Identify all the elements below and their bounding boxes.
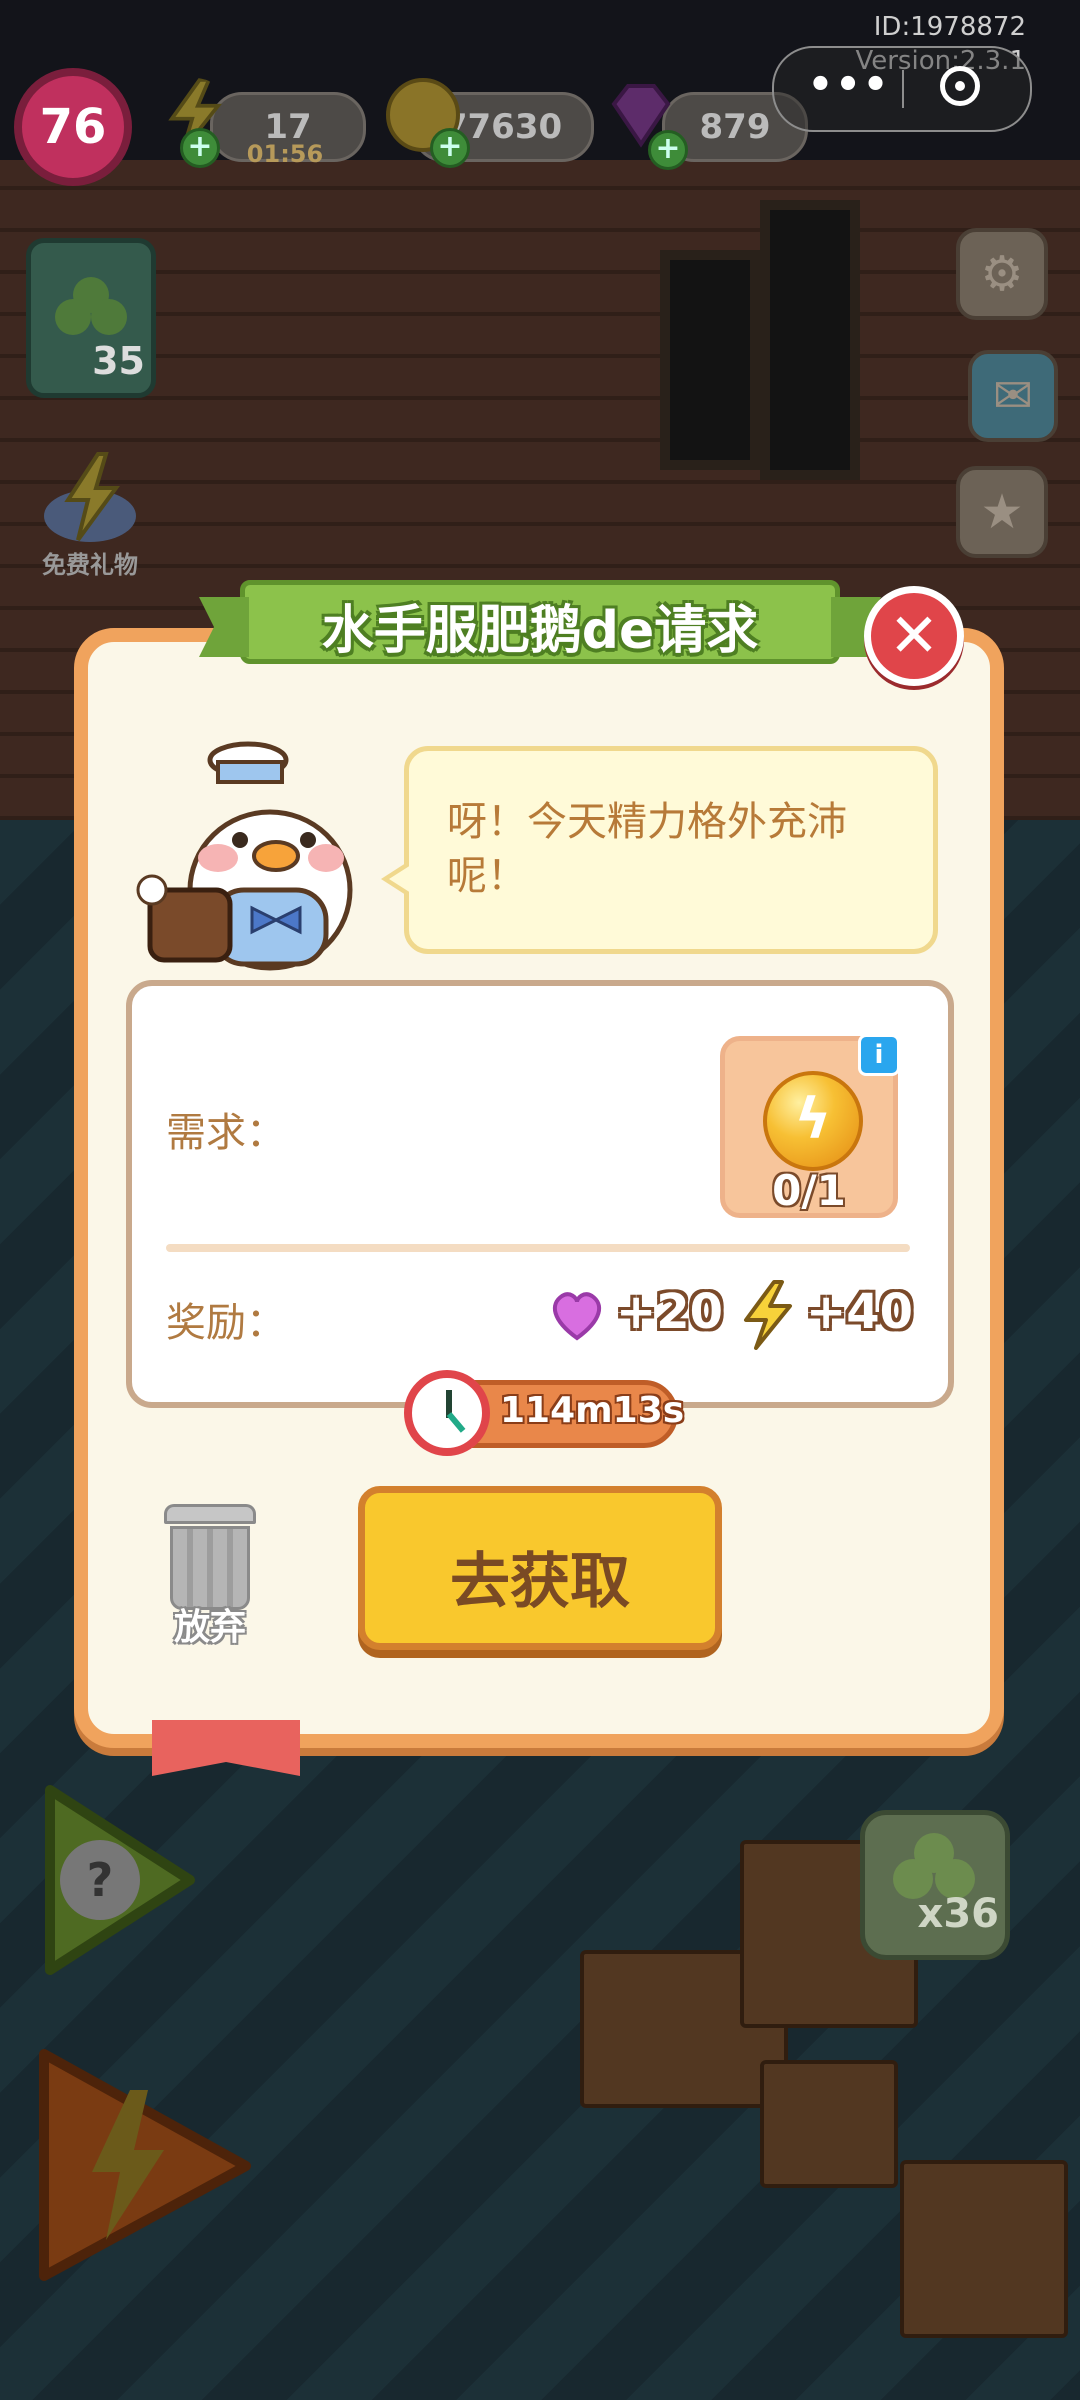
energy-refill-timer: 01:56 (246, 140, 324, 168)
reward-hearts-value: +20 (616, 1284, 724, 1340)
request-timer: 114m13s (500, 1390, 685, 1431)
reward-energy-value: +40 (806, 1284, 914, 1340)
gear-icon[interactable]: ⚙ (956, 228, 1048, 320)
abandon-button-label[interactable]: 放弃 (150, 1598, 270, 1650)
miniprogram-capsule: ••• (772, 46, 1032, 132)
dialog-title: 水手服肥鹅de请求 (321, 601, 759, 661)
requirement-progress: 0/1 (772, 1166, 846, 1215)
svg-text:?: ? (87, 1853, 114, 1907)
reward-label: 奖励： (166, 1300, 286, 1346)
go-get-button[interactable]: 去获取 (358, 1486, 722, 1650)
gift-lightning-icon (44, 452, 136, 542)
mail-icon[interactable]: ✉ (968, 350, 1058, 442)
user-id: ID:1978872 (873, 12, 1026, 42)
player-level-badge[interactable]: 76 (14, 68, 132, 186)
add-gems-button[interactable]: + (648, 130, 688, 170)
requirement-label: 需求： (166, 1110, 286, 1156)
add-coins-button[interactable]: + (430, 128, 470, 168)
trash-lid (164, 1504, 256, 1524)
lightning-icon[interactable] (20, 2040, 260, 2290)
exit-target-icon[interactable] (940, 66, 980, 106)
lightning-icon (744, 1280, 792, 1350)
clock-icon (404, 1370, 490, 1456)
npc-dialogue: 呀！今天精力格外充沛呢！ (447, 799, 847, 899)
clover-count: 35 (92, 339, 145, 383)
go-get-label: 去获取 (450, 1547, 630, 1617)
gem-value: 879 (699, 107, 771, 147)
free-gift-button[interactable]: 免费礼物 (20, 450, 160, 580)
dialog-title-banner: 水手服肥鹅de请求 (240, 558, 840, 682)
clover-bag-card[interactable]: x36 (860, 1810, 1010, 1960)
section-divider (166, 1244, 910, 1252)
clover-task-card[interactable]: 35 (26, 238, 156, 398)
trophy-icon[interactable]: ★ (956, 466, 1048, 558)
add-energy-button[interactable]: + (180, 128, 220, 168)
bag-count: x36 (917, 1891, 999, 1937)
speech-bubble: 呀！今天精力格外充沛呢！ (381, 746, 938, 954)
free-gift-label: 免费礼物 (42, 551, 138, 579)
info-icon[interactable]: i (858, 1034, 900, 1076)
sailor-goose-avatar (136, 741, 353, 971)
close-button[interactable]: ✕ (864, 586, 964, 686)
capsule-divider (902, 70, 904, 108)
energy-orb-icon: ϟ (763, 1071, 863, 1171)
question-icon[interactable]: ? (30, 1780, 200, 1980)
heart-icon (552, 1292, 602, 1341)
more-menu-button[interactable]: ••• (804, 62, 894, 108)
